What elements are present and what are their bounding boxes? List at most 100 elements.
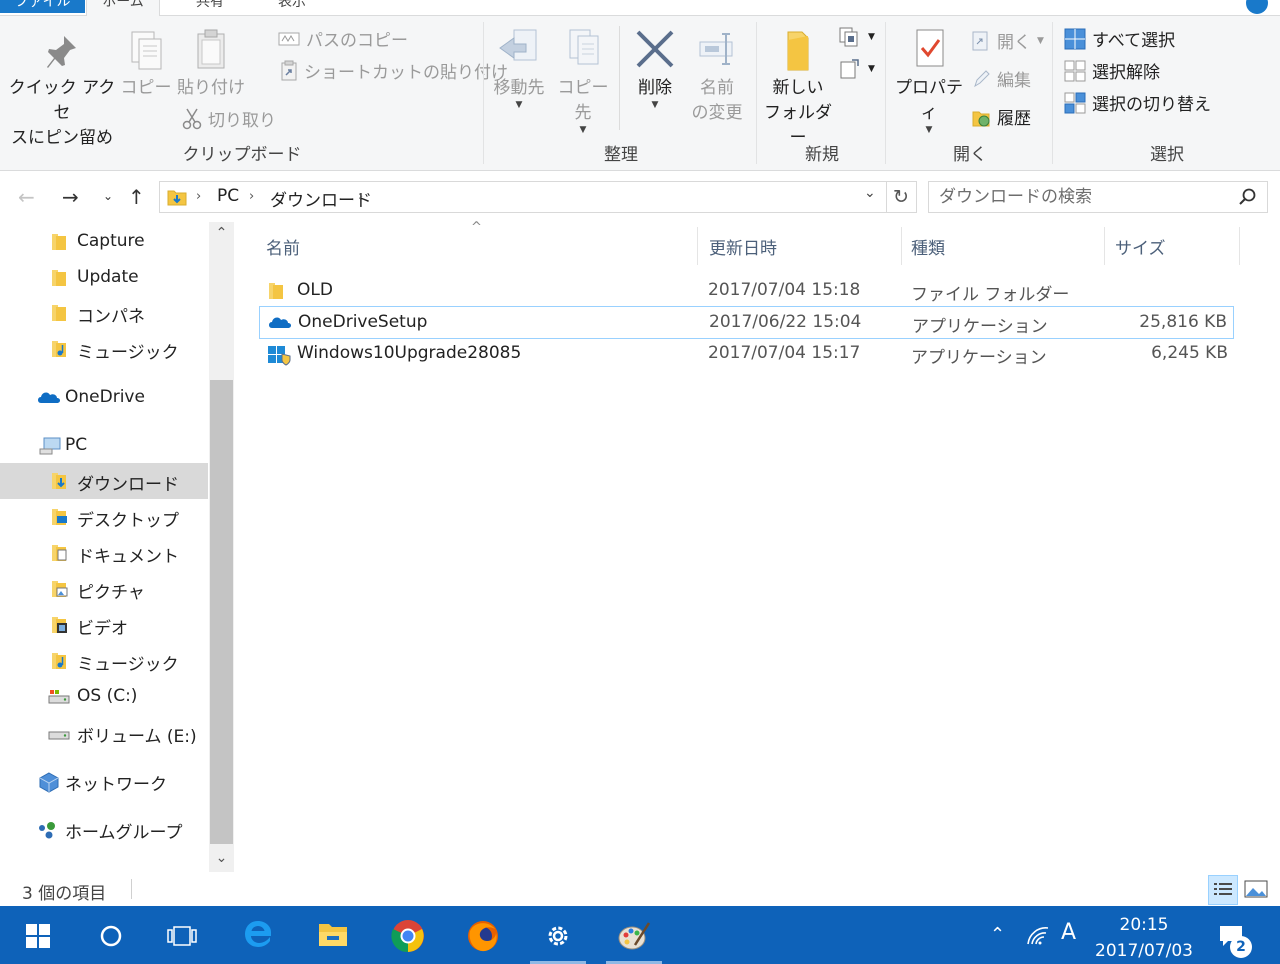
column-header-size[interactable]: サイズ (1115, 234, 1166, 259)
nav-item-pc[interactable]: PC (0, 428, 208, 464)
select-all-icon (1064, 28, 1086, 49)
copy-label: コピー (120, 78, 172, 98)
column-header-type[interactable]: 種類 (911, 234, 945, 259)
nav-item-update[interactable]: Update (0, 260, 208, 296)
nav-item-capture[interactable]: Capture (0, 224, 208, 260)
edge-button[interactable] (228, 906, 288, 964)
pin-to-quick-access-button[interactable]: クイック アクセ スにピン留め (6, 32, 118, 151)
large-icons-view-button[interactable] (1242, 875, 1272, 903)
search-box[interactable] (928, 181, 1268, 213)
cortana-button[interactable] (80, 906, 140, 964)
chevron-down-icon: ▼ (651, 100, 659, 110)
nav-pane-scrollbar[interactable]: ⌃ ⌄ (209, 222, 234, 872)
nav-item-drive-e[interactable]: ボリューム (E:) (0, 715, 208, 751)
copy-path-button[interactable]: パスのコピー (278, 26, 408, 51)
cut-button[interactable]: 切り取り (182, 106, 276, 131)
tab-file[interactable]: ファイル (0, 0, 85, 13)
select-none-button[interactable]: 選択解除 (1064, 58, 1160, 83)
pin-label-1: クイック アクセ (8, 78, 116, 123)
column-divider[interactable] (1104, 227, 1105, 265)
open-button[interactable]: 開く ▼ (971, 28, 1044, 53)
file-row[interactable]: Windows10Upgrade28085 2017/07/04 15:17 ア… (259, 338, 1234, 369)
paste-shortcut-button[interactable]: ショートカットの貼り付け (280, 58, 508, 83)
nav-item-music-quick[interactable]: ミュージック (0, 331, 208, 367)
nav-item-label: ミュージック (77, 655, 179, 675)
start-button[interactable] (8, 906, 68, 964)
paste-button[interactable]: 貼り付け (176, 26, 246, 101)
chrome-button[interactable] (378, 906, 438, 964)
history-button[interactable]: 履歴 (971, 104, 1031, 129)
tab-view[interactable]: 表示 (262, 0, 322, 13)
tab-home[interactable]: ホーム (86, 0, 160, 17)
address-history-chevron-icon[interactable]: ⌄ (864, 185, 876, 201)
nav-item-drive-c[interactable]: OS (C:) (0, 679, 208, 715)
file-row-selected[interactable]: OneDriveSetup 2017/06/22 15:04 アプリケーション … (259, 306, 1234, 339)
rename-button[interactable]: 名前 の変更 (685, 26, 749, 126)
nav-item-desktop[interactable]: デスクトップ (0, 499, 208, 535)
search-icon[interactable] (1238, 187, 1258, 207)
copy-to-button[interactable]: コピー先 ▼ (551, 26, 615, 135)
nav-item-homegroup[interactable]: ホームグループ (0, 811, 208, 847)
ime-indicator[interactable]: A (1061, 920, 1076, 945)
nav-item-network[interactable]: ネットワーク (0, 763, 208, 799)
select-all-button[interactable]: すべて選択 (1064, 26, 1175, 51)
wifi-icon[interactable] (1026, 924, 1050, 946)
nav-item-downloads[interactable]: ダウンロード (0, 463, 208, 499)
column-divider[interactable] (1239, 227, 1240, 265)
file-date: 2017/06/22 15:04 (709, 312, 862, 332)
copy-button[interactable]: コピー (120, 26, 172, 101)
nav-item-control-panel[interactable]: コンパネ (0, 295, 208, 331)
chevron-down-icon: ▼ (925, 125, 933, 135)
new-folder-button[interactable]: 新しい フォルダー (762, 26, 834, 151)
invert-selection-button[interactable]: 選択の切り替え (1064, 90, 1211, 115)
file-type: ファイル フォルダー (911, 285, 1070, 305)
delete-button[interactable]: 削除 ▼ (629, 26, 681, 110)
move-to-button[interactable]: 移動先 ▼ (491, 26, 547, 110)
chevron-down-icon: ▼ (868, 32, 875, 42)
nav-item-documents[interactable]: ドキュメント (0, 535, 208, 571)
nav-item-music[interactable]: ミュージック (0, 643, 208, 679)
settings-button[interactable] (528, 906, 588, 964)
back-arrow-icon[interactable]: ← (18, 185, 35, 209)
column-header-name[interactable]: 名前 (266, 234, 300, 259)
file-explorer-button[interactable] (303, 906, 363, 964)
column-header-date[interactable]: 更新日時 (709, 234, 777, 259)
address-bar[interactable]: › PC › ダウンロード › ⌄ (159, 181, 887, 213)
clock[interactable]: 20:15 2017/07/03 (1088, 912, 1200, 964)
action-center-button[interactable]: 2 (1216, 920, 1256, 958)
recent-locations-chevron-icon[interactable]: ⌄ (103, 189, 113, 203)
nav-item-videos[interactable]: ビデオ (0, 607, 208, 643)
file-size: 6,245 KB (1151, 343, 1228, 363)
paint-button[interactable] (604, 906, 664, 964)
tab-share[interactable]: 共有 (180, 0, 240, 13)
easy-access-button[interactable]: ▼ (838, 58, 875, 80)
search-input[interactable] (929, 182, 1239, 212)
nav-item-onedrive[interactable]: OneDrive (0, 380, 208, 416)
breadcrumb-separator-icon[interactable]: › (196, 189, 201, 204)
scroll-up-arrow-icon[interactable]: ⌃ (209, 225, 234, 241)
homegroup-icon (39, 822, 55, 839)
select-none-icon (1064, 60, 1086, 81)
show-hidden-icons-chevron-icon[interactable]: ⌃ (990, 924, 1005, 945)
help-icon[interactable] (1246, 0, 1268, 14)
scrollbar-thumb[interactable] (210, 380, 233, 844)
breadcrumb-pc[interactable]: PC (217, 186, 239, 206)
details-view-button[interactable] (1208, 875, 1238, 905)
properties-button[interactable]: プロパティ ▼ (891, 26, 967, 135)
up-arrow-icon[interactable]: ↑ (128, 185, 145, 209)
scroll-down-arrow-icon[interactable]: ⌄ (209, 850, 234, 866)
column-divider[interactable] (901, 227, 902, 265)
firefox-button[interactable] (453, 906, 513, 964)
delete-x-icon (636, 30, 674, 68)
breadcrumb-downloads[interactable]: ダウンロード (270, 186, 372, 211)
refresh-icon[interactable]: ↻ (886, 181, 917, 213)
column-divider[interactable] (697, 227, 698, 265)
task-view-button[interactable] (152, 906, 212, 964)
edit-button[interactable]: 編集 (971, 66, 1031, 91)
file-row[interactable]: OLD 2017/07/04 15:18 ファイル フォルダー (259, 275, 1234, 306)
new-item-button[interactable]: ▼ (838, 26, 875, 48)
breadcrumb-separator-icon[interactable]: › (249, 189, 254, 204)
nav-item-pictures[interactable]: ピクチャ (0, 571, 208, 607)
forward-arrow-icon[interactable]: → (62, 185, 79, 209)
breadcrumb-separator-icon[interactable]: › (358, 189, 363, 204)
